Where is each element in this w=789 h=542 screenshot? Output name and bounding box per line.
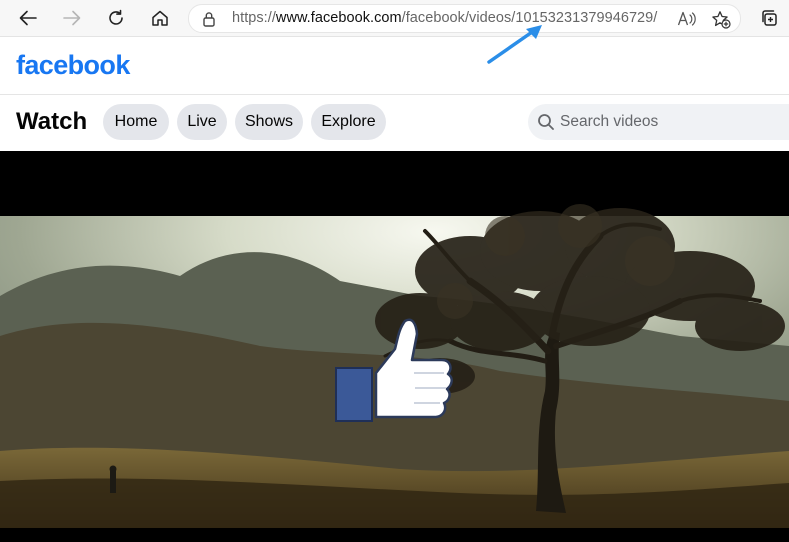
search-placeholder: Search videos: [560, 113, 659, 130]
browser-toolbar: https://www.facebook.com/facebook/videos…: [0, 0, 789, 37]
annotation-arrow-icon: [487, 25, 542, 64]
collections-icon: [762, 10, 777, 26]
tab-shows[interactable]: Shows: [235, 104, 303, 140]
site-header: facebook: [0, 38, 789, 95]
video-player[interactable]: [0, 151, 789, 542]
collections-button[interactable]: [754, 4, 784, 32]
tab-home[interactable]: Home: [103, 104, 169, 140]
tab-live[interactable]: Live: [177, 104, 227, 140]
url-text: https://www.facebook.com/facebook/videos…: [232, 10, 658, 26]
arrow-right-icon: [63, 10, 81, 26]
refresh-button[interactable]: [101, 4, 131, 32]
search-icon: [538, 114, 554, 130]
lock-icon[interactable]: [202, 11, 216, 27]
arrow-left-icon: [19, 10, 37, 26]
add-favorite-icon[interactable]: [711, 10, 731, 29]
forward-button[interactable]: [57, 4, 87, 32]
refresh-icon: [109, 9, 123, 25]
watch-nav: Watch Home Live Shows Explore Search vid…: [0, 96, 789, 151]
address-bar[interactable]: https://www.facebook.com/facebook/videos…: [188, 4, 741, 33]
home-icon: [152, 10, 168, 26]
tab-explore[interactable]: Explore: [311, 104, 386, 140]
video-frame: [0, 151, 789, 542]
home-button[interactable]: [145, 4, 175, 32]
page-title: Watch: [16, 108, 88, 135]
facebook-logo[interactable]: facebook: [16, 50, 130, 81]
back-button[interactable]: [13, 4, 43, 32]
search-videos-input[interactable]: Search videos: [528, 104, 789, 140]
read-aloud-icon[interactable]: [677, 10, 697, 28]
